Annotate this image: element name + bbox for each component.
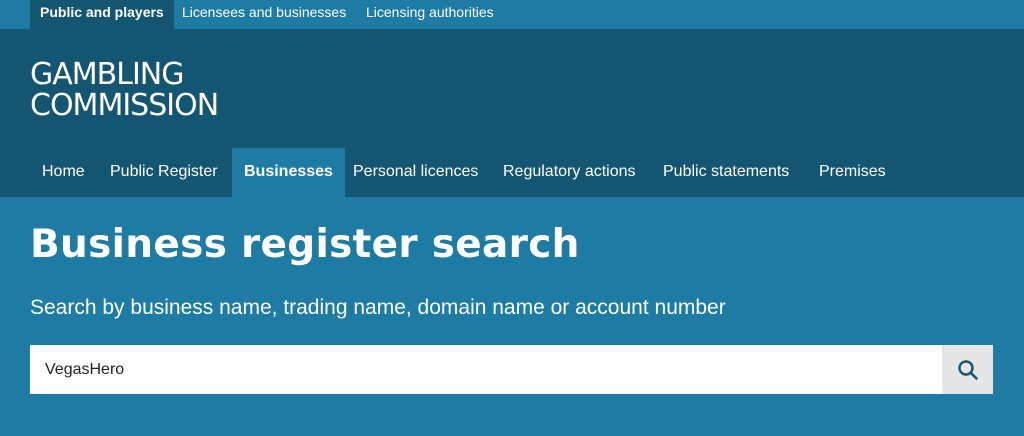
- search-hint: Search by business name, trading name, d…: [30, 296, 726, 319]
- site-header: GAMBLING COMMISSION Home Public Register…: [0, 29, 1024, 197]
- logo-line-2: COMMISSION: [30, 88, 219, 123]
- gambling-commission-logo[interactable]: GAMBLING COMMISSION: [30, 57, 219, 123]
- main-nav: Home Public Register Businesses Personal…: [0, 148, 1024, 197]
- nav-item-public-statements[interactable]: Public statements: [663, 148, 789, 197]
- nav-item-home[interactable]: Home: [42, 148, 85, 197]
- nav-item-premises[interactable]: Premises: [819, 148, 886, 197]
- audience-tab-public-and-players[interactable]: Public and players: [30, 0, 174, 29]
- logo-line-1: GAMBLING: [30, 57, 184, 92]
- audience-tab-licensees-and-businesses[interactable]: Licensees and businesses: [182, 0, 346, 29]
- page-title: Business register search: [30, 222, 580, 267]
- search-input[interactable]: [30, 345, 942, 394]
- audience-tab-licensing-authorities[interactable]: Licensing authorities: [366, 0, 494, 29]
- nav-item-regulatory-actions[interactable]: Regulatory actions: [503, 148, 636, 197]
- nav-item-public-register[interactable]: Public Register: [110, 148, 218, 197]
- search-box: [30, 345, 993, 394]
- search-icon: [957, 359, 978, 380]
- nav-item-businesses[interactable]: Businesses: [232, 148, 345, 197]
- nav-item-personal-licences[interactable]: Personal licences: [353, 148, 478, 197]
- search-button[interactable]: [942, 345, 993, 394]
- audience-bar: Public and players Licensees and busines…: [0, 0, 1024, 29]
